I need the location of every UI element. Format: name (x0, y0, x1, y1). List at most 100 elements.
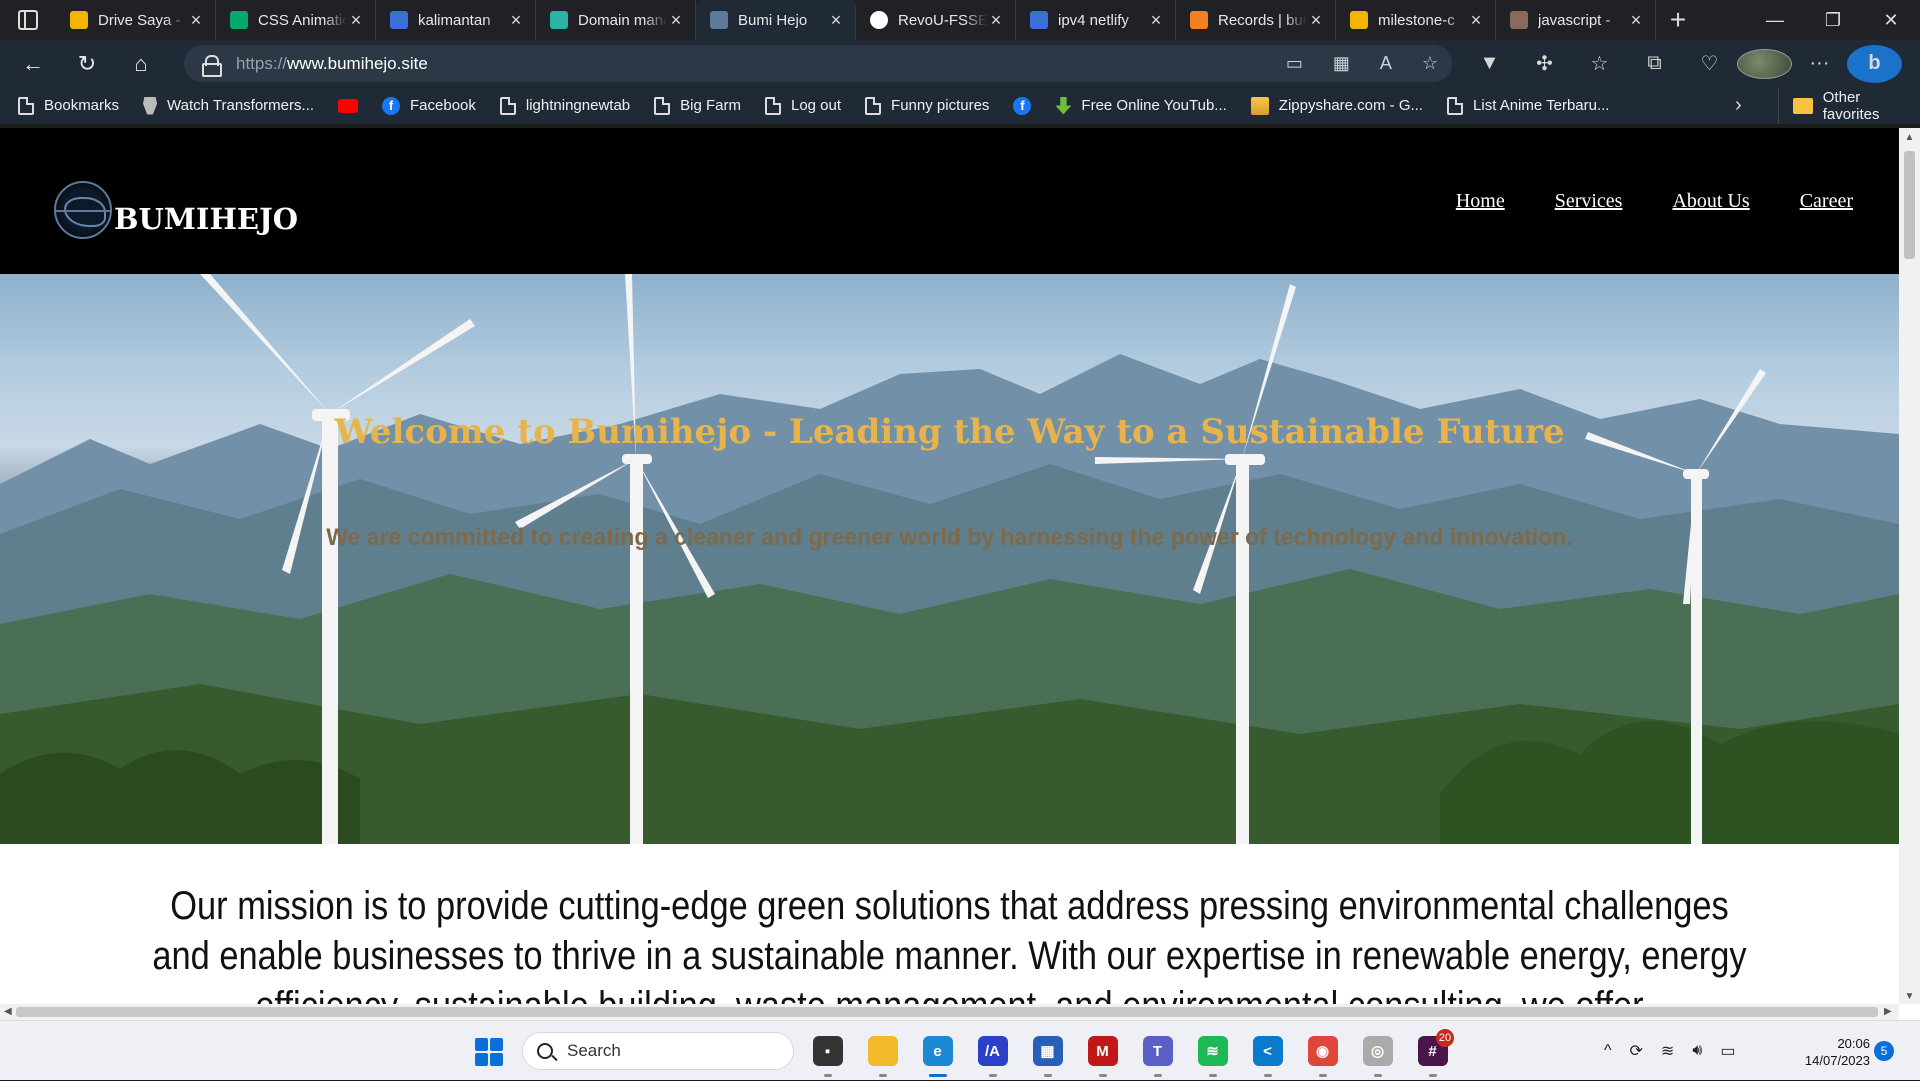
app-available-icon[interactable]: ▭ (1286, 53, 1303, 74)
browser-tab[interactable]: kalimantan × (376, 0, 536, 40)
browser-tab[interactable]: Domain management× (536, 0, 696, 40)
horizontal-scrollbar[interactable]: ◀ ▶ (0, 1004, 1899, 1020)
favorite-star-icon[interactable]: ☆ (1422, 53, 1438, 74)
bookmark-item[interactable]: Log out (764, 96, 841, 115)
scroll-left-arrow-icon[interactable]: ◀ (4, 1004, 12, 1020)
taskbar-app[interactable]: M (1075, 1021, 1130, 1081)
scroll-right-arrow-icon[interactable]: ▶ (1884, 1004, 1892, 1020)
taskbar-app[interactable]: ◎ (1350, 1021, 1405, 1081)
browser-tab[interactable]: Records | bumihejo× (1176, 0, 1336, 40)
tab-title: javascript - (1538, 11, 1611, 29)
extensions-icon[interactable]: ✣ (1517, 51, 1572, 76)
close-tab-icon[interactable]: × (1307, 10, 1325, 31)
taskbar-app[interactable] (855, 1021, 910, 1081)
taskbar-app[interactable]: ▦ (1020, 1021, 1075, 1081)
taskbar-app[interactable]: ≋ (1185, 1021, 1240, 1081)
bookmark-item[interactable]: lightningnewtab (499, 96, 630, 115)
apps-grid-icon[interactable]: ▦ (1333, 53, 1350, 74)
nav-link-about-us[interactable]: About Us (1672, 190, 1749, 213)
close-tab-icon[interactable]: × (987, 10, 1005, 31)
vertical-scroll-thumb[interactable] (1904, 151, 1915, 259)
minimize-button[interactable]: — (1746, 0, 1804, 40)
profile-avatar[interactable] (1737, 48, 1792, 79)
taskbar-app[interactable]: #20 (1405, 1021, 1460, 1081)
notification-badge[interactable]: 5 (1874, 1041, 1894, 1061)
wifi-icon[interactable]: ≋ (1661, 1041, 1674, 1061)
close-tab-icon[interactable]: × (1467, 10, 1485, 31)
browser-tab[interactable]: ipv4 netlify × (1016, 0, 1176, 40)
browser-tab[interactable]: CSS Animation× (216, 0, 376, 40)
bing-chat-button[interactable]: b (1847, 44, 1902, 83)
scroll-down-arrow-icon[interactable]: ▼ (1899, 991, 1920, 1002)
close-tab-icon[interactable]: × (827, 10, 845, 31)
close-tab-icon[interactable]: × (1147, 10, 1165, 31)
more-menu-icon[interactable]: ··· (1792, 52, 1847, 75)
start-button[interactable] (475, 1038, 503, 1066)
bookmark-item[interactable]: Zippyshare.com - G... (1250, 96, 1423, 115)
performance-icon[interactable]: ♡ (1682, 51, 1737, 76)
lock-icon[interactable] (202, 54, 222, 77)
url-actions: ▭ ▦ A ☆ (1286, 45, 1438, 82)
nav-link-home[interactable]: Home (1456, 190, 1505, 213)
refresh-button[interactable]: ↻ (60, 40, 114, 87)
url-field[interactable]: https://www.bumihejo.site ▭ ▦ A ☆ (184, 45, 1452, 82)
browser-tab[interactable]: Drive Saya - Google Drive× (56, 0, 216, 40)
url-text[interactable]: https://www.bumihejo.site (236, 54, 428, 74)
bookmark-item[interactable]: List Anime Terbaru... (1447, 96, 1609, 115)
bookmark-item[interactable]: Watch Transformers... (143, 96, 314, 115)
back-button[interactable]: ← (6, 40, 60, 87)
restore-button[interactable]: ❐ (1804, 0, 1862, 40)
battery-icon[interactable]: ▭ (1720, 1041, 1735, 1061)
taskbar-app[interactable]: ▪ (800, 1021, 855, 1081)
tab-actions-button[interactable] (0, 0, 56, 40)
close-tab-icon[interactable]: × (187, 10, 205, 31)
edge-icon: e (922, 1036, 953, 1066)
bookmark-item[interactable]: f (1013, 96, 1032, 115)
turbine-tower (630, 459, 643, 844)
running-indicator (1374, 1074, 1382, 1077)
clock[interactable]: 20:06 14/07/2023 (1780, 1035, 1870, 1069)
vertical-scrollbar[interactable]: ▲ ▼ (1899, 128, 1920, 1004)
bookmark-item[interactable]: Free Online YouTub... (1055, 96, 1227, 115)
taskbar-app[interactable]: T (1130, 1021, 1185, 1081)
read-aloud-icon[interactable]: A (1380, 53, 1392, 74)
home-button[interactable]: ⌂ (114, 40, 168, 87)
site-logo[interactable]: BUMIHEJO (54, 181, 298, 239)
browser-tab[interactable]: Bumi Hejo × (696, 0, 856, 40)
collections-icon[interactable]: ⧉ (1627, 52, 1682, 75)
close-tab-icon[interactable]: × (347, 10, 365, 31)
sync-icon[interactable]: ⟳ (1630, 1041, 1643, 1061)
browser-tab[interactable]: milestone-c × (1336, 0, 1496, 40)
taskbar-app[interactable]: ◉ (1295, 1021, 1350, 1081)
bookmark-item[interactable] (338, 98, 359, 113)
close-tab-icon[interactable]: × (507, 10, 525, 31)
new-tab-button[interactable]: + (1656, 4, 1700, 36)
nav-link-services[interactable]: Services (1555, 190, 1623, 213)
taskbar-app[interactable]: /A (965, 1021, 1020, 1081)
nav-link-career[interactable]: Career (1800, 190, 1853, 213)
close-window-button[interactable]: ✕ (1862, 0, 1920, 40)
code-editor-icon: /A (977, 1036, 1008, 1066)
turbine-nacelle (622, 454, 652, 464)
taskbar-app[interactable]: < (1240, 1021, 1295, 1081)
chevron-up-icon[interactable]: ^ (1604, 1042, 1612, 1060)
taskbar-search[interactable]: Search (522, 1032, 794, 1070)
running-indicator (1264, 1074, 1272, 1077)
close-tab-icon[interactable]: × (667, 10, 685, 31)
bookmark-item[interactable]: Bookmarks (18, 96, 119, 115)
wind-turbine-landscape-image (0, 274, 1899, 844)
other-favorites-button[interactable]: Other favorites (1778, 87, 1920, 124)
bookmark-item[interactable]: f Facebook (382, 96, 476, 115)
browser-tab[interactable]: javascript - × (1496, 0, 1656, 40)
bookmark-item[interactable]: Funny pictures (865, 96, 989, 115)
bookmarks-overflow-chevron-icon[interactable]: › (1735, 87, 1742, 124)
horizontal-scroll-thumb[interactable] (16, 1007, 1878, 1017)
scroll-up-arrow-icon[interactable]: ▲ (1899, 132, 1920, 143)
bookmark-item[interactable]: Big Farm (654, 96, 741, 115)
vpn-extension-icon[interactable]: ▼ (1462, 52, 1517, 75)
close-tab-icon[interactable]: × (1627, 10, 1645, 31)
volume-icon[interactable]: 🔊︎ (1692, 1042, 1702, 1060)
browser-tab[interactable]: RevoU-FSSE × (856, 0, 1016, 40)
favorites-icon[interactable]: ☆ (1572, 51, 1627, 76)
taskbar-app[interactable]: e (910, 1021, 965, 1081)
